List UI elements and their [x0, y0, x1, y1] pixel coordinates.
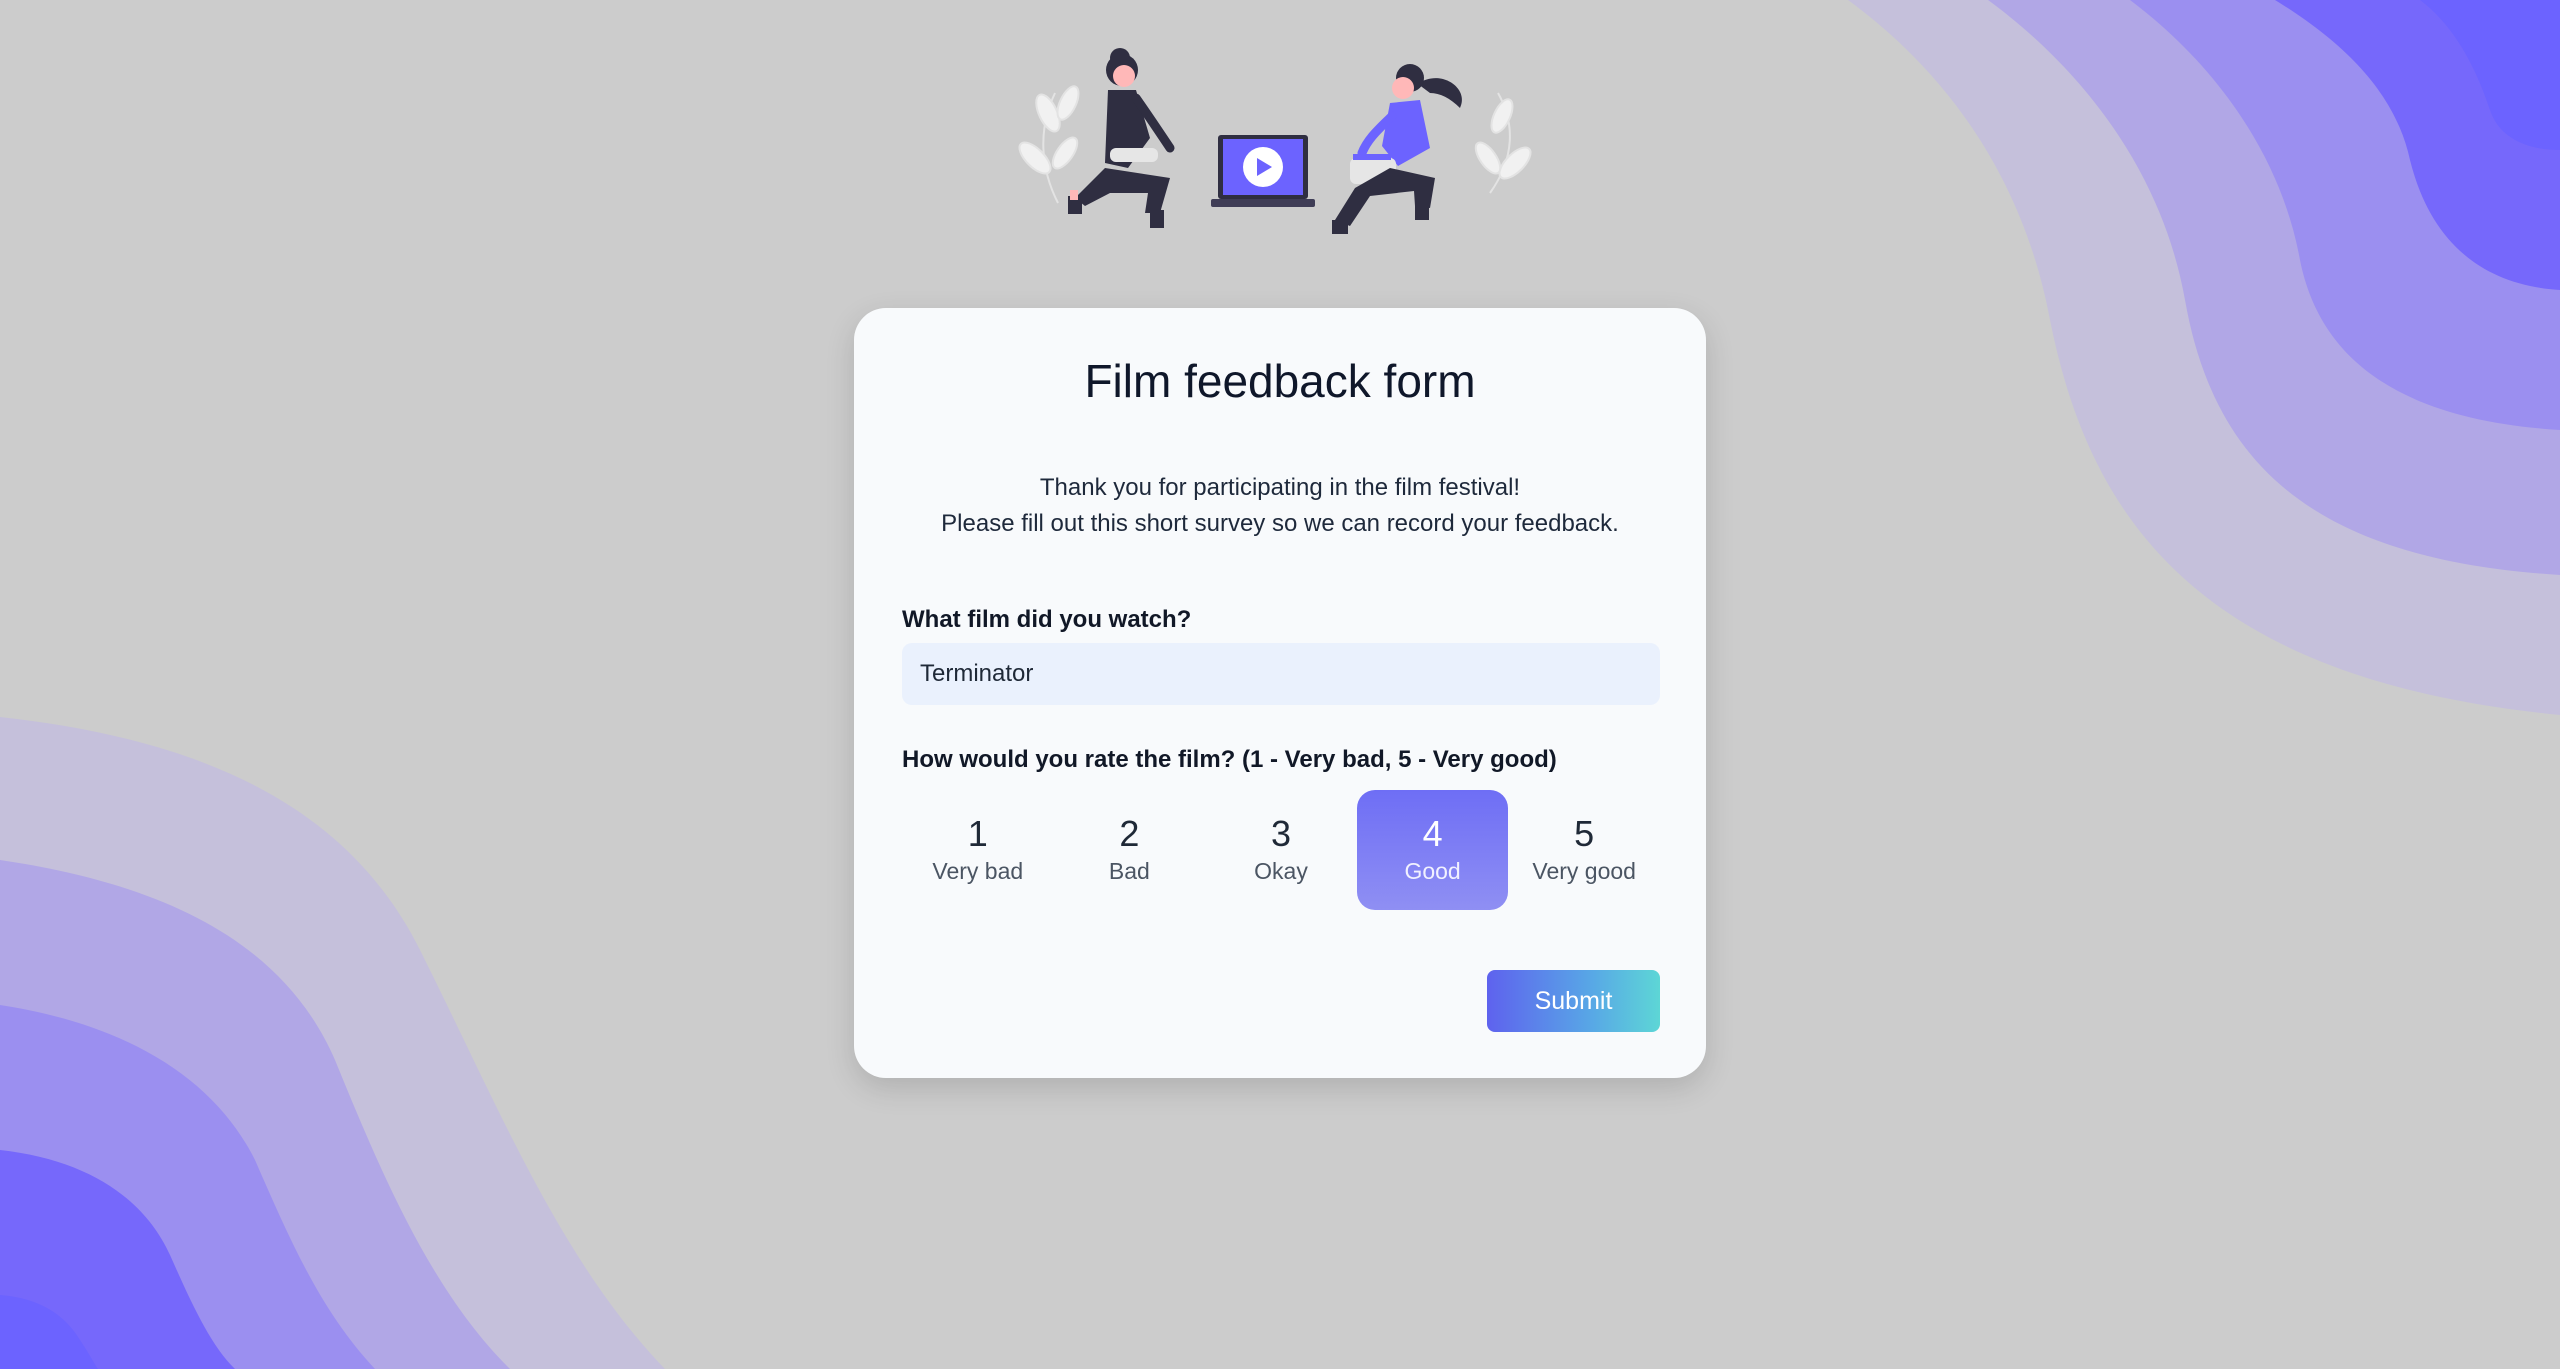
- form-intro: Thank you for participating in the film …: [854, 470, 1706, 542]
- rating-label: Okay: [1254, 858, 1308, 884]
- intro-line-1: Thank you for participating in the film …: [1039, 474, 1521, 501]
- intro-line-2: Please fill out this short survey so we …: [941, 510, 1619, 537]
- rating-label: Very good: [1532, 858, 1636, 884]
- rating-label: Very bad: [932, 858, 1024, 884]
- film-watching-illustration: [1018, 48, 1532, 234]
- rating-option-2[interactable]: 2 Bad: [1054, 790, 1206, 910]
- film-question-label: What film did you watch?: [902, 606, 1192, 633]
- rating-label: Good: [1404, 858, 1461, 884]
- rating-options: 1 Very bad 2 Bad 3 Okay 4 Good 5 Very go…: [902, 790, 1660, 910]
- person-left-icon: [1068, 48, 1175, 228]
- rating-number: 1: [967, 813, 988, 854]
- rating-number: 4: [1422, 813, 1443, 854]
- form-title: Film feedback form: [1084, 355, 1476, 407]
- rating-option-3[interactable]: 3 Okay: [1205, 790, 1357, 910]
- plant-right-icon: [1474, 92, 1532, 194]
- feedback-form-card: Film feedback form Thank you for partici…: [854, 308, 1706, 1078]
- film-name-input[interactable]: [902, 643, 1660, 705]
- laptop-play-icon: [1211, 135, 1315, 207]
- rating-option-1[interactable]: 1 Very bad: [902, 790, 1054, 910]
- plant-left-icon: [1018, 85, 1080, 204]
- rating-option-5[interactable]: 5 Very good: [1508, 790, 1660, 910]
- rating-number: 3: [1270, 813, 1291, 854]
- rating-label: Bad: [1108, 858, 1150, 884]
- rating-option-4[interactable]: 4 Good: [1356, 790, 1509, 910]
- rating-number: 2: [1119, 813, 1140, 854]
- rating-question-label: How would you rate the film? (1 - Very b…: [902, 746, 1557, 773]
- submit-button[interactable]: Submit: [1487, 970, 1660, 1032]
- person-right-icon: [1332, 64, 1462, 234]
- rating-number: 5: [1574, 813, 1595, 854]
